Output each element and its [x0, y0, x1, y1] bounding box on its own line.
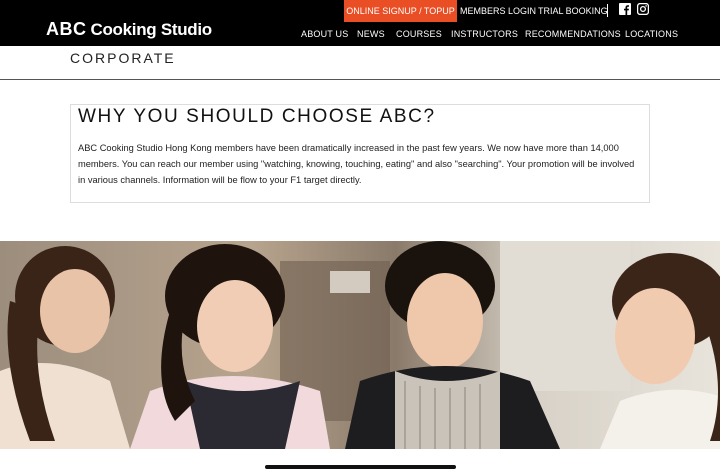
nav-news[interactable]: NEWS [357, 29, 385, 39]
logo-text: Cooking Studio [90, 20, 213, 39]
facebook-icon[interactable] [619, 3, 631, 15]
home-indicator [265, 465, 456, 469]
section-paragraph: ABC Cooking Studio Hong Kong members hav… [78, 143, 635, 185]
online-signup-button[interactable]: ONLINE SIGNUP / TOPUP [344, 0, 457, 22]
instagram-icon[interactable] [637, 3, 649, 15]
section-heading: WHY YOU SHOULD CHOOSE ABC? [78, 106, 436, 127]
page-title: CORPORATE [70, 50, 176, 66]
members-login-link[interactable]: MEMBERS LOGIN [460, 6, 536, 16]
hero-photo [0, 241, 720, 449]
nav-recommendations[interactable]: RECOMMENDATIONS [525, 29, 621, 39]
nav-locations[interactable]: LOCATIONS [625, 29, 678, 39]
nav-instructors[interactable]: INSTRUCTORS [451, 29, 518, 39]
why-choose-section: WHY YOU SHOULD CHOOSE ABC? ABC Cooking S… [70, 104, 650, 203]
topbar-divider [607, 4, 608, 17]
logo-abc: ABC [46, 19, 87, 39]
site-logo[interactable]: ABC Cooking Studio [46, 19, 212, 40]
trial-booking-link[interactable]: TRIAL BOOKING [538, 6, 608, 16]
nav-courses[interactable]: COURSES [396, 29, 442, 39]
site-header: ABC Cooking Studio ONLINE SIGNUP / TOPUP … [0, 0, 720, 46]
title-divider [0, 79, 720, 80]
hero-photo-illustration [0, 241, 720, 449]
nav-about-us[interactable]: ABOUT US [301, 29, 348, 39]
